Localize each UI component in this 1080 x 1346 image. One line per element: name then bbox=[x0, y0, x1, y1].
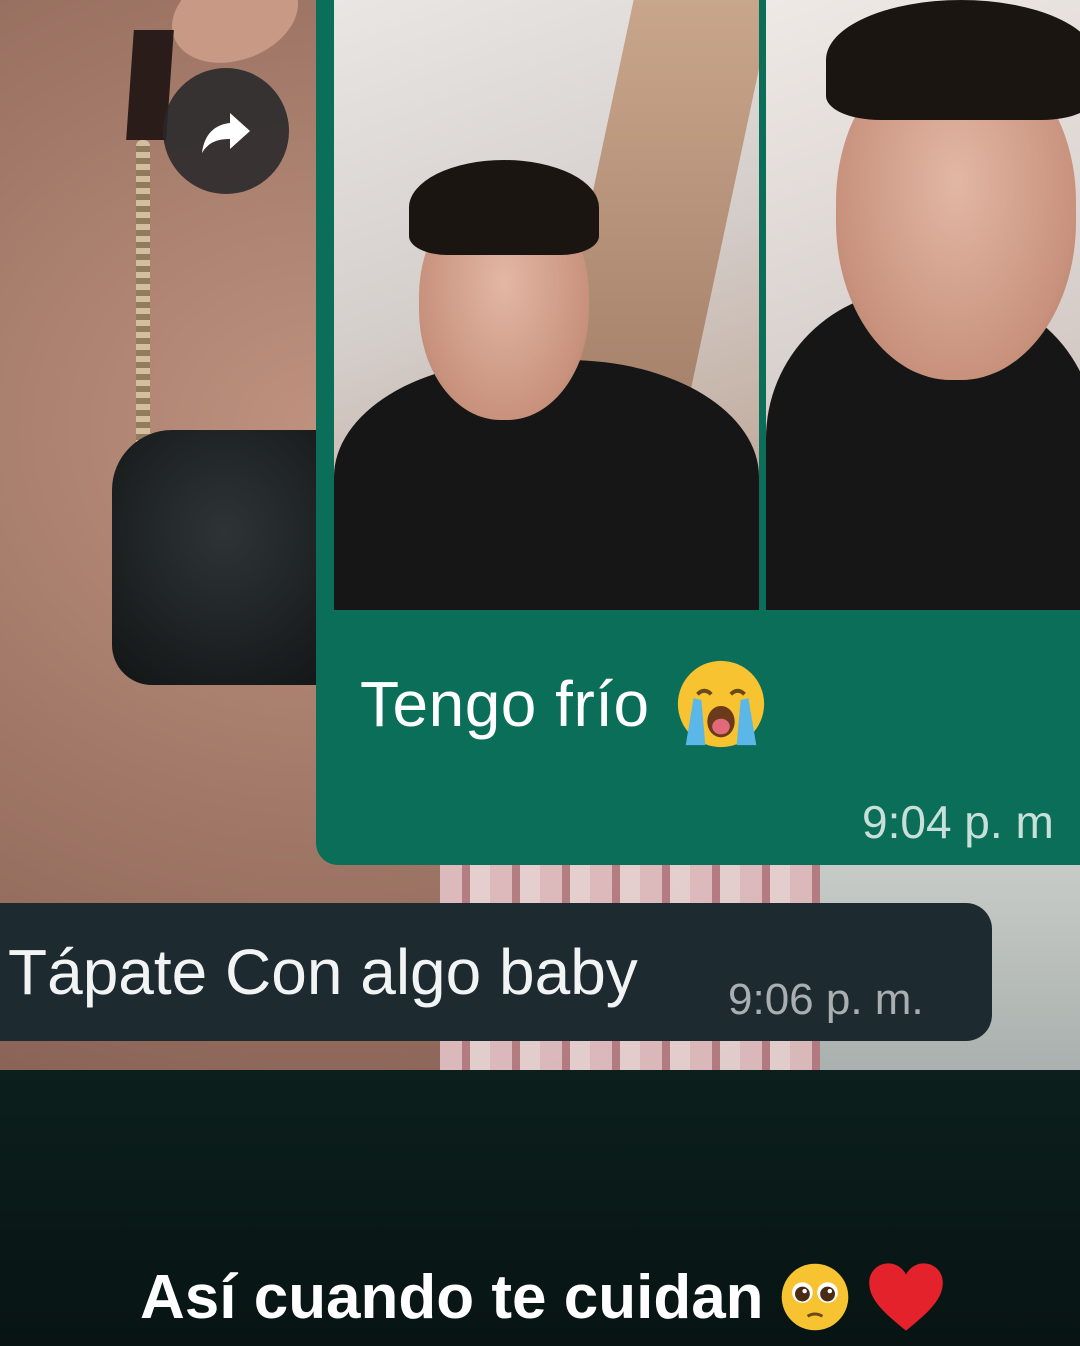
media-divider bbox=[759, 0, 766, 610]
outgoing-message-label: Tengo frío bbox=[360, 668, 650, 740]
loudly-crying-face-icon bbox=[677, 660, 764, 748]
screenshot-stage: Tengo frío 9:04 p. m Tápate Con algo bab… bbox=[0, 0, 1080, 1346]
red-heart-icon bbox=[868, 1263, 943, 1331]
media-photo-2[interactable] bbox=[766, 0, 1080, 610]
incoming-message-time: 9:06 p. m. bbox=[728, 975, 924, 1024]
forward-button[interactable] bbox=[163, 68, 289, 194]
incoming-message-text: Tápate Con algo baby bbox=[8, 936, 638, 1008]
outgoing-message-text: Tengo frío bbox=[360, 655, 770, 753]
outgoing-message-time: 9:04 p. m bbox=[862, 796, 1054, 848]
outgoing-media-album[interactable] bbox=[334, 0, 1080, 610]
forward-arrow-icon bbox=[202, 113, 250, 153]
caption-text: Así cuando te cuidan bbox=[140, 1262, 764, 1332]
caption: Así cuando te cuidan bbox=[140, 1260, 946, 1334]
pleading-face-icon bbox=[781, 1263, 848, 1331]
photo-hair bbox=[826, 0, 1080, 120]
photo-hair bbox=[409, 160, 599, 255]
media-photo-1[interactable] bbox=[334, 0, 759, 610]
